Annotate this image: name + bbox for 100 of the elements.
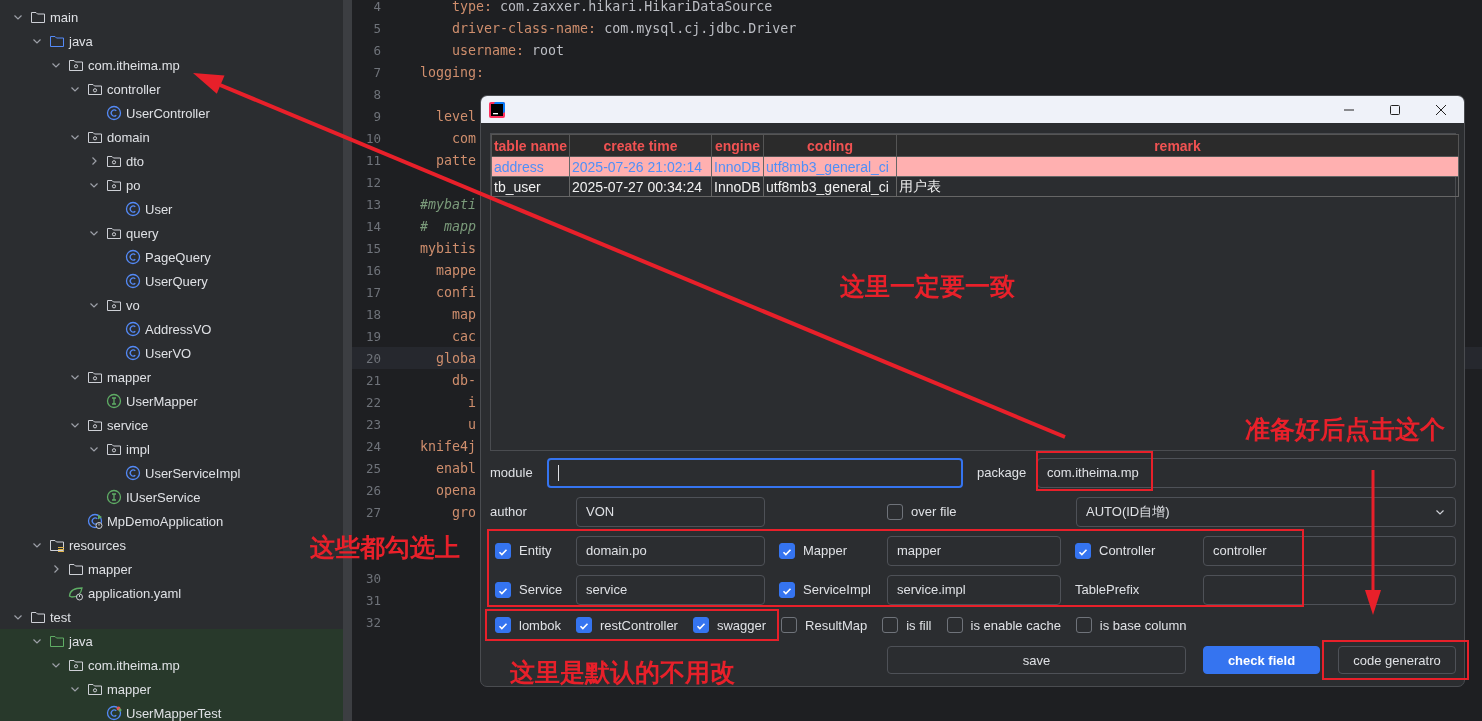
- tree-row[interactable]: com.itheima.mp: [0, 653, 343, 677]
- tree-item-label: domain: [107, 129, 150, 145]
- checkbox-label: restController: [599, 617, 678, 633]
- class-icon: [125, 273, 141, 289]
- tree-row[interactable]: mapper: [0, 677, 343, 701]
- package-icon: [106, 297, 122, 313]
- checkbox[interactable]: [882, 617, 899, 633]
- column-header[interactable]: create time: [569, 134, 712, 157]
- check-button[interactable]: check field: [1203, 646, 1320, 674]
- table-cell: 2025-07-26 21:02:14: [572, 158, 702, 175]
- tree-item-label: controller: [107, 81, 161, 97]
- code-line: driver-class-name: com.mysql.cj.jdbc.Driver: [451, 20, 797, 36]
- tree-row[interactable]: java: [0, 629, 343, 653]
- checkbox[interactable]: [495, 581, 511, 598]
- input-field[interactable]: [1203, 574, 1456, 605]
- interface-icon: [106, 393, 122, 409]
- line-number: 25: [365, 461, 381, 476]
- folder-icon: [30, 609, 46, 625]
- checkbox-label: is fill: [906, 617, 932, 633]
- line-number: 7: [373, 65, 381, 80]
- column-header[interactable]: table name: [491, 134, 570, 157]
- package-icon: [87, 369, 103, 385]
- checkbox[interactable]: [781, 617, 798, 633]
- tree-row[interactable]: UserMapperTest: [0, 701, 343, 721]
- tree-item-label: java: [69, 33, 93, 49]
- code-line: opena: [435, 482, 477, 498]
- column-header[interactable]: engine: [711, 134, 764, 157]
- dropdown[interactable]: AUTO(ID自增): [1076, 496, 1456, 527]
- input-field[interactable]: domain.po: [576, 535, 765, 566]
- tree-item-label: test: [50, 609, 71, 625]
- checkbox[interactable]: [946, 617, 963, 633]
- package-icon: [87, 417, 103, 433]
- table-cell: utf8mb3_general_ci: [766, 178, 889, 195]
- input-field[interactable]: VON: [576, 496, 765, 527]
- line-number: 22: [365, 395, 381, 410]
- input-field[interactable]: [547, 457, 963, 488]
- checkbox-label: ServiceImpl: [803, 582, 871, 597]
- folder-icon: [30, 9, 46, 25]
- input-field[interactable]: mapper: [887, 535, 1061, 566]
- package-icon: [106, 441, 122, 457]
- code-line: globa: [435, 350, 477, 366]
- tree-item-label: impl: [126, 441, 150, 457]
- checkbox-label: Controller: [1099, 543, 1156, 558]
- line-number: 32: [365, 615, 381, 630]
- tree-item-label: UserQuery: [145, 273, 208, 289]
- field-label: module: [490, 465, 534, 480]
- checkbox[interactable]: [887, 503, 903, 520]
- checkbox[interactable]: [1075, 542, 1091, 559]
- table-cell: 用户表: [899, 177, 941, 194]
- table-cell: 2025-07-27 00:34:24: [572, 178, 702, 195]
- checkbox-label: swagger: [716, 617, 767, 633]
- annotation-text: 这些都勾选上: [310, 533, 460, 563]
- column-header[interactable]: coding: [763, 134, 897, 157]
- code-line: cac: [451, 328, 477, 344]
- folder-icon: [49, 633, 65, 649]
- tree-item-label: resources: [69, 537, 127, 553]
- line-number: 26: [365, 483, 381, 498]
- code-line: db-: [451, 372, 477, 388]
- tree-item-label: AddressVO: [145, 321, 212, 337]
- code-comment: #mybati: [420, 196, 477, 212]
- folder-icon: [49, 33, 65, 49]
- tree-item-label: UserVO: [145, 345, 192, 361]
- checkbox[interactable]: [779, 581, 795, 598]
- save-button[interactable]: save: [887, 646, 1186, 674]
- input-field[interactable]: service.impl: [887, 574, 1061, 605]
- code-line: mappe: [435, 262, 477, 278]
- class-icon: [125, 345, 141, 361]
- tree-item-label: mapper: [88, 561, 133, 577]
- checkbox[interactable]: [495, 617, 511, 633]
- column-header[interactable]: remark: [896, 134, 1459, 157]
- checkbox[interactable]: [779, 542, 795, 559]
- checkbox[interactable]: [495, 542, 511, 559]
- checkbox[interactable]: [692, 617, 709, 633]
- tree-item-label: IUserService: [126, 489, 201, 505]
- generate-button[interactable]: code generatro: [1338, 646, 1456, 674]
- tree-item-label: vo: [126, 297, 140, 313]
- input-field[interactable]: controller: [1203, 535, 1456, 566]
- tree-item-label: com.itheima.mp: [88, 57, 180, 73]
- code-comment: # mapp: [420, 218, 477, 234]
- line-number: 14: [365, 219, 381, 234]
- code-line: type: com.zaxxer.hikari.HikariDataSource: [451, 0, 773, 14]
- checkbox[interactable]: [1075, 617, 1092, 633]
- line-number: 12: [365, 175, 381, 190]
- tree-item-label: UserMapperTest: [126, 705, 222, 721]
- tree-item-label: UserMapper: [126, 393, 198, 409]
- tree-item-label: java: [69, 633, 93, 649]
- input-field[interactable]: service: [576, 574, 765, 605]
- code-line: patte: [435, 152, 477, 168]
- line-number: 23: [365, 417, 381, 432]
- line-number: 19: [365, 329, 381, 344]
- tree-item-label: service: [107, 417, 149, 433]
- tree-item-label: application.yaml: [88, 585, 182, 601]
- class-icon: [106, 705, 122, 721]
- line-number: 18: [365, 307, 381, 322]
- code-line: enabl: [435, 460, 477, 476]
- line-number: 20: [365, 351, 381, 366]
- code-line: confi: [435, 284, 477, 300]
- checkbox[interactable]: [575, 617, 592, 633]
- annotation-text: 准备好后点击这个: [1245, 415, 1445, 445]
- run-class-icon: [87, 513, 103, 529]
